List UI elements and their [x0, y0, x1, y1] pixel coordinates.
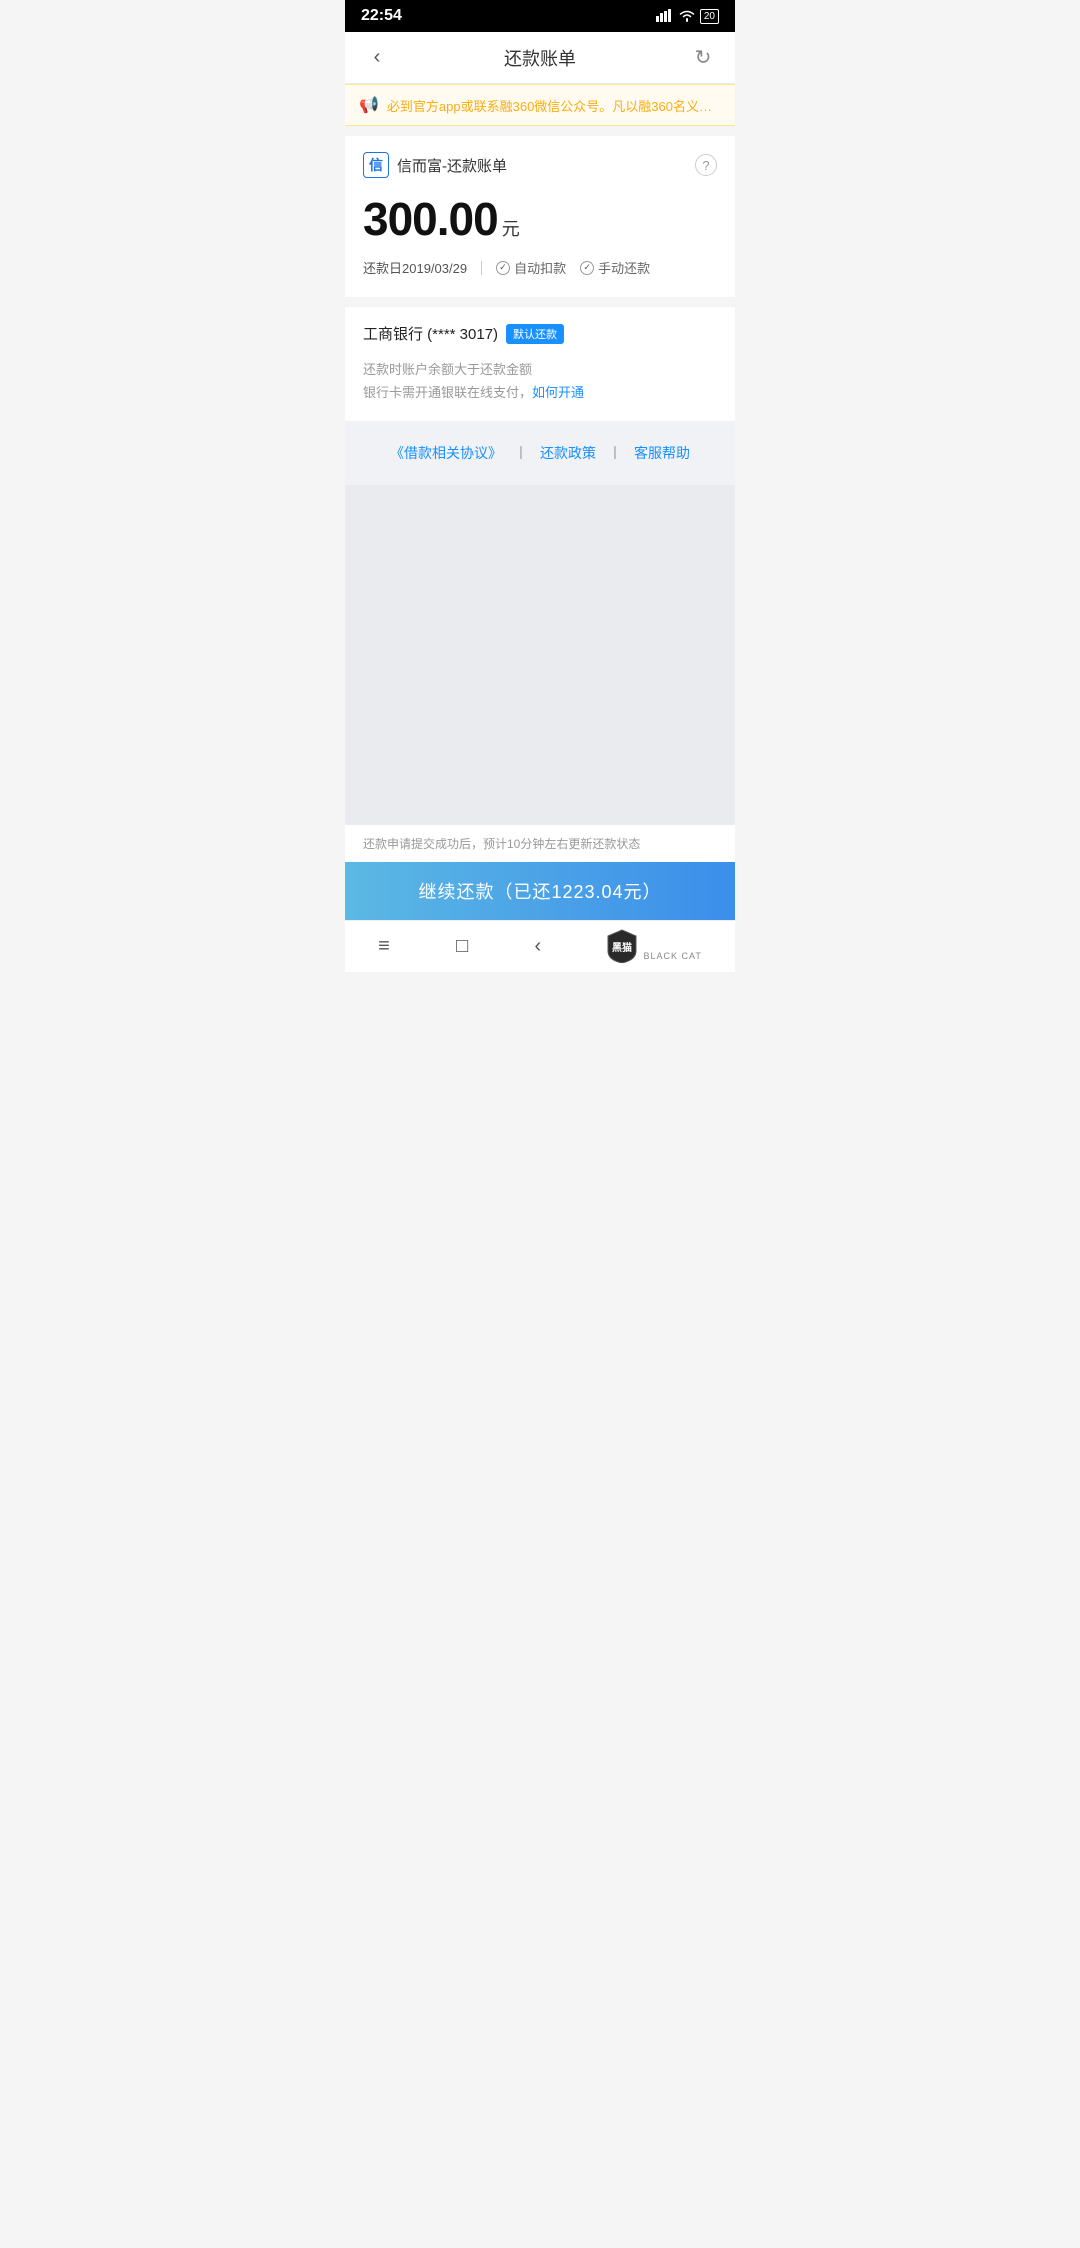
bank-note-line2: 银行卡需开通银联在线支付，如何开通 — [363, 381, 717, 404]
bank-note-line1: 还款时账户余额大于还款金额 — [363, 358, 717, 381]
svg-text:黑猫: 黑猫 — [612, 941, 632, 954]
card-title-row: 信 信而富-还款账单 — [363, 152, 507, 178]
card-header: 信 信而富-还款账单 ? — [363, 152, 717, 178]
amount-row: 300.00 元 — [363, 192, 717, 246]
megaphone-icon: 📢 — [359, 95, 379, 115]
bottom-nav: ≡ □ ‹ 黑猫 黑猫 BLACK CAT — [345, 920, 735, 972]
nav-back-button[interactable]: ‹ — [535, 935, 542, 958]
continue-repayment-button[interactable]: 继续还款（已还1223.04元） — [345, 862, 735, 920]
battery-icon: 20 — [700, 9, 719, 24]
manual-repay-label: 手动还款 — [598, 258, 650, 277]
footer-hint-text: 还款申请提交成功后，预计10分钟左右更新还款状态 — [363, 837, 640, 851]
repayment-policy-link[interactable]: 还款政策 — [540, 443, 596, 463]
notice-banner: 📢 必到官方app或联系融360微信公众号。凡以融360名义催收的... — [345, 84, 735, 126]
vertical-divider — [481, 261, 482, 275]
how-to-open-link[interactable]: 如何开通 — [532, 385, 584, 400]
navbar: ‹ 还款账单 ↻ — [345, 32, 735, 84]
notice-text: 必到官方app或联系融360微信公众号。凡以融360名义催收的... — [387, 96, 721, 115]
amount-unit: 元 — [502, 215, 520, 241]
page-title: 还款账单 — [504, 45, 576, 71]
blackcat-shield-icon: 黑猫 — [607, 929, 637, 963]
bank-name: 工商银行 (**** 3017) — [363, 323, 498, 344]
brand-icon: 信 — [363, 152, 389, 178]
blackcat-text-group: 黑猫 BLACK CAT — [643, 932, 701, 961]
date-row: 还款日2019/03/29 ✓ 自动扣款 ✓ 手动还款 — [363, 258, 717, 277]
date-label: 还款日2019/03/29 — [363, 258, 467, 277]
auto-debit-label: 自动扣款 — [514, 258, 566, 277]
link-divider-2: 丨 — [608, 443, 622, 463]
status-icons: 20 — [656, 8, 719, 25]
refresh-button[interactable]: ↻ — [687, 45, 719, 70]
status-bar: 22:54 20 — [345, 0, 735, 32]
wifi-icon — [678, 8, 696, 25]
links-section: 《借款相关协议》 丨 还款政策 丨 客服帮助 — [345, 421, 735, 485]
footer-hint: 还款申请提交成功后，预计10分钟左右更新还款状态 — [345, 825, 735, 862]
auto-debit-check-icon: ✓ — [496, 261, 510, 275]
blackcat-english-text: BLACK CAT — [643, 951, 701, 961]
status-time: 22:54 — [361, 7, 402, 25]
gray-area — [345, 485, 735, 825]
customer-service-link[interactable]: 客服帮助 — [634, 443, 690, 463]
bank-section: 工商银行 (**** 3017) 默认还款 还款时账户余额大于还款金额 银行卡需… — [345, 307, 735, 421]
help-icon-button[interactable]: ? — [695, 154, 717, 176]
repayment-amount: 300.00 — [363, 192, 498, 246]
back-button[interactable]: ‹ — [361, 46, 393, 69]
blackcat-watermark: 黑猫 黑猫 BLACK CAT — [607, 929, 701, 963]
manual-repay-check-icon: ✓ — [580, 261, 594, 275]
repayment-card: 信 信而富-还款账单 ? 300.00 元 还款日2019/03/29 ✓ 自动… — [345, 136, 735, 297]
loan-agreement-link[interactable]: 《借款相关协议》 — [390, 443, 502, 463]
link-divider-1: 丨 — [514, 443, 528, 463]
default-badge: 默认还款 — [506, 324, 564, 344]
blackcat-chinese-text: 黑猫 — [643, 932, 701, 951]
signal-icon — [656, 8, 674, 25]
auto-debit-item: ✓ 自动扣款 — [496, 258, 566, 277]
bank-row: 工商银行 (**** 3017) 默认还款 — [363, 323, 717, 344]
menu-button[interactable]: ≡ — [378, 935, 390, 958]
home-button[interactable]: □ — [456, 935, 468, 958]
card-title-text: 信而富-还款账单 — [397, 155, 507, 176]
bank-note: 还款时账户余额大于还款金额 银行卡需开通银联在线支付，如何开通 — [363, 358, 717, 405]
manual-repay-item: ✓ 手动还款 — [580, 258, 650, 277]
